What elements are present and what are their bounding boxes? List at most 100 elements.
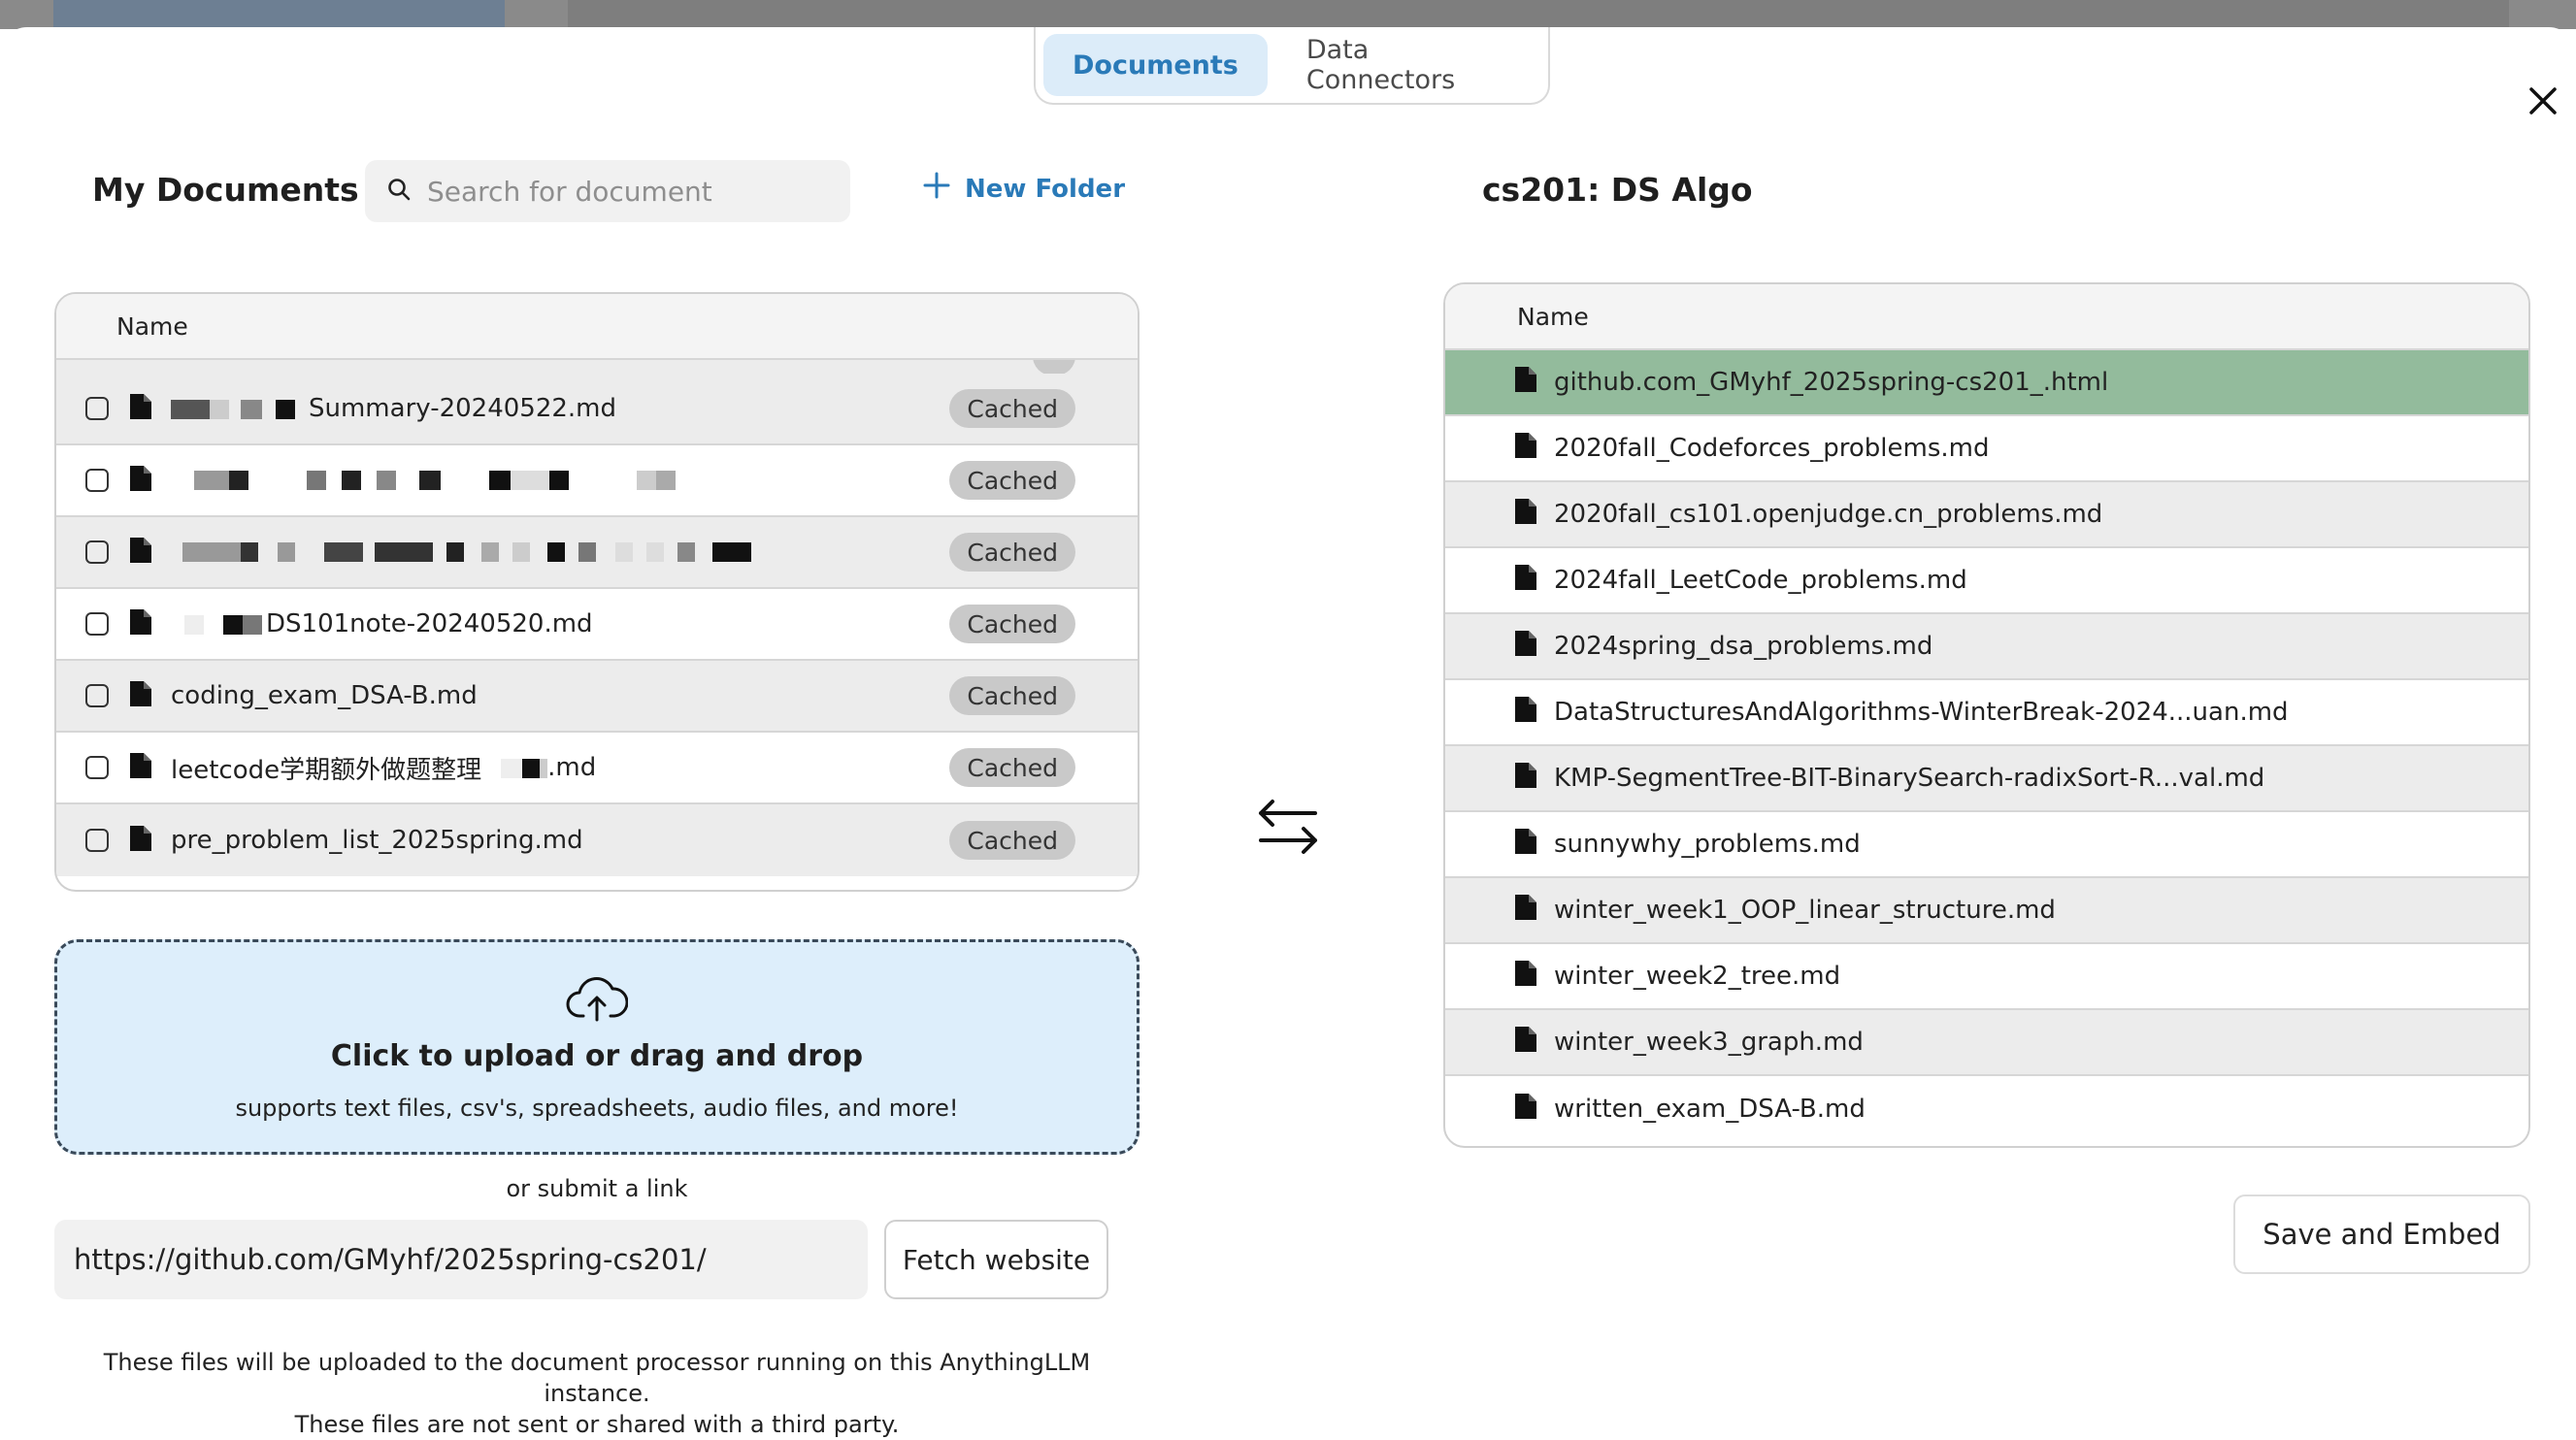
file-name: 2020fall_cs101.openjudge.cn_problems.md (1554, 500, 2103, 529)
redacted-text (171, 542, 751, 562)
or-submit-link-label: or submit a link (506, 1175, 688, 1202)
file-name: written_exam_DSA-B.md (1554, 1095, 1866, 1124)
file-name: pre_problem_list_2025spring.md (171, 826, 583, 855)
link-url-input[interactable] (54, 1220, 868, 1299)
row-checkbox[interactable] (85, 684, 109, 707)
status-badge: Cached (949, 821, 1075, 860)
file-name: DS101note-20240520.md (266, 609, 593, 638)
search-input[interactable] (427, 175, 835, 208)
table-row[interactable]: KMP-SegmentTree-BIT-BinarySearch-radixSo… (1445, 746, 2528, 812)
status-badge: Cached (949, 533, 1075, 572)
table-row[interactable]: Cached (56, 445, 1138, 517)
new-folder-label: New Folder (965, 174, 1126, 204)
file-icon (1515, 828, 1536, 861)
table-row[interactable]: DS101note-20240520.md Cached (56, 589, 1138, 661)
upload-note-line1: These files will be uploaded to the docu… (103, 1349, 1091, 1407)
workspace-documents-table: Name github.com_GMyhf_2025spring-cs201_.… (1443, 282, 2530, 1148)
file-icon (130, 466, 151, 495)
file-icon (130, 538, 151, 567)
file-name: coding_exam_DSA-B.md (171, 681, 478, 710)
modal-tabs: Documents Data Connectors (1034, 27, 1550, 105)
documents-modal: Documents Data Connectors My Documents N… (0, 27, 2576, 1438)
redacted-text (481, 753, 548, 782)
file-icon (1515, 366, 1536, 399)
table-row[interactable]: github.com_GMyhf_2025spring-cs201_.html (1445, 350, 2528, 416)
upload-title: Click to upload or drag and drop (330, 1039, 864, 1073)
table-row[interactable]: leetcode学期额外做题整理 .md Cached (56, 733, 1138, 804)
background-button (53, 0, 505, 29)
row-checkbox[interactable] (85, 469, 109, 492)
file-icon (1515, 1093, 1536, 1126)
upload-dropzone[interactable]: Click to upload or drag and drop support… (54, 939, 1139, 1155)
tab-data-connectors[interactable]: Data Connectors (1277, 34, 1540, 96)
file-name: 2020fall_Codeforces_problems.md (1554, 434, 1990, 463)
file-icon (1515, 894, 1536, 927)
file-icon (1515, 762, 1536, 795)
status-badge: Cached (949, 748, 1075, 787)
table-row[interactable]: DataStructuresAndAlgorithms-WinterBreak-… (1445, 680, 2528, 746)
redacted-text (171, 609, 262, 638)
file-name-suffix: .md (547, 753, 597, 782)
background-region (568, 0, 2509, 29)
status-badge: Cached (949, 605, 1075, 643)
new-folder-button[interactable]: New Folder (922, 171, 1125, 207)
row-checkbox[interactable] (85, 540, 109, 564)
left-column-header: Name (56, 294, 1138, 360)
plus-icon (922, 171, 951, 207)
file-icon (130, 681, 151, 710)
file-icon (1515, 498, 1536, 531)
table-row[interactable]: winter_week2_tree.md (1445, 944, 2528, 1010)
upload-note-line2: These files are not sent or shared with … (294, 1411, 900, 1438)
table-row[interactable]: 2020fall_cs101.openjudge.cn_problems.md (1445, 482, 2528, 548)
table-row[interactable]: 2024fall_LeetCode_problems.md (1445, 548, 2528, 614)
status-badge: Cached (949, 676, 1075, 715)
my-documents-title: My Documents (92, 171, 359, 209)
file-icon (1515, 696, 1536, 729)
status-badge: Cached (949, 389, 1075, 428)
left-rows[interactable]: Summary-20240522.md Cached Cached Cached (56, 360, 1138, 890)
file-icon (130, 826, 151, 855)
right-rows: github.com_GMyhf_2025spring-cs201_.html 2… (1445, 350, 2528, 1142)
redacted-text (171, 471, 676, 490)
file-name: DataStructuresAndAlgorithms-WinterBreak-… (1554, 698, 2289, 727)
swap-arrows-icon (1257, 796, 1319, 862)
background-app (0, 0, 2576, 29)
row-checkbox[interactable] (85, 397, 109, 420)
file-icon (1515, 564, 1536, 597)
upload-note: These files will be uploaded to the docu… (54, 1347, 1139, 1440)
table-row[interactable]: Summary-20240522.md Cached (56, 374, 1138, 445)
table-row[interactable]: pre_problem_list_2025spring.md Cached (56, 804, 1138, 876)
file-icon (130, 609, 151, 638)
file-name: winter_week1_OOP_linear_structure.md (1554, 896, 2056, 925)
file-name: 2024spring_dsa_problems.md (1554, 632, 1933, 661)
document-search[interactable] (365, 160, 850, 222)
row-checkbox[interactable] (85, 612, 109, 636)
tab-documents[interactable]: Documents (1043, 34, 1268, 96)
table-row[interactable]: winter_week3_graph.md (1445, 1010, 2528, 1076)
file-name: leetcode学期额外做题整理 (171, 755, 482, 785)
file-name: github.com_GMyhf_2025spring-cs201_.html (1554, 368, 2109, 397)
file-icon (130, 394, 151, 423)
file-name: Summary-20240522.md (309, 394, 617, 423)
save-and-embed-button[interactable]: Save and Embed (2233, 1195, 2530, 1274)
search-icon (386, 177, 412, 206)
close-icon[interactable] (2524, 82, 2562, 120)
table-row[interactable]: 2020fall_Codeforces_problems.md (1445, 416, 2528, 482)
table-row[interactable]: written_exam_DSA-B.md (1445, 1076, 2528, 1142)
file-icon (130, 753, 151, 782)
file-icon (1515, 630, 1536, 663)
fetch-website-button[interactable]: Fetch website (884, 1220, 1108, 1299)
file-name: KMP-SegmentTree-BIT-BinarySearch-radixSo… (1554, 764, 2265, 793)
cloud-upload-icon (57, 975, 1137, 1026)
table-row[interactable]: sunnywhy_problems.md (1445, 812, 2528, 878)
table-row[interactable]: winter_week1_OOP_linear_structure.md (1445, 878, 2528, 944)
row-checkbox[interactable] (85, 756, 109, 779)
file-name: winter_week2_tree.md (1554, 962, 1841, 991)
file-icon (1515, 960, 1536, 993)
upload-subtitle: supports text files, csv's, spreadsheets… (235, 1095, 959, 1122)
table-row[interactable]: Cached (56, 517, 1138, 589)
table-row[interactable]: 2024spring_dsa_problems.md (1445, 614, 2528, 680)
table-row[interactable]: coding_exam_DSA-B.md Cached (56, 661, 1138, 733)
row-checkbox[interactable] (85, 829, 109, 852)
file-icon (1515, 432, 1536, 465)
